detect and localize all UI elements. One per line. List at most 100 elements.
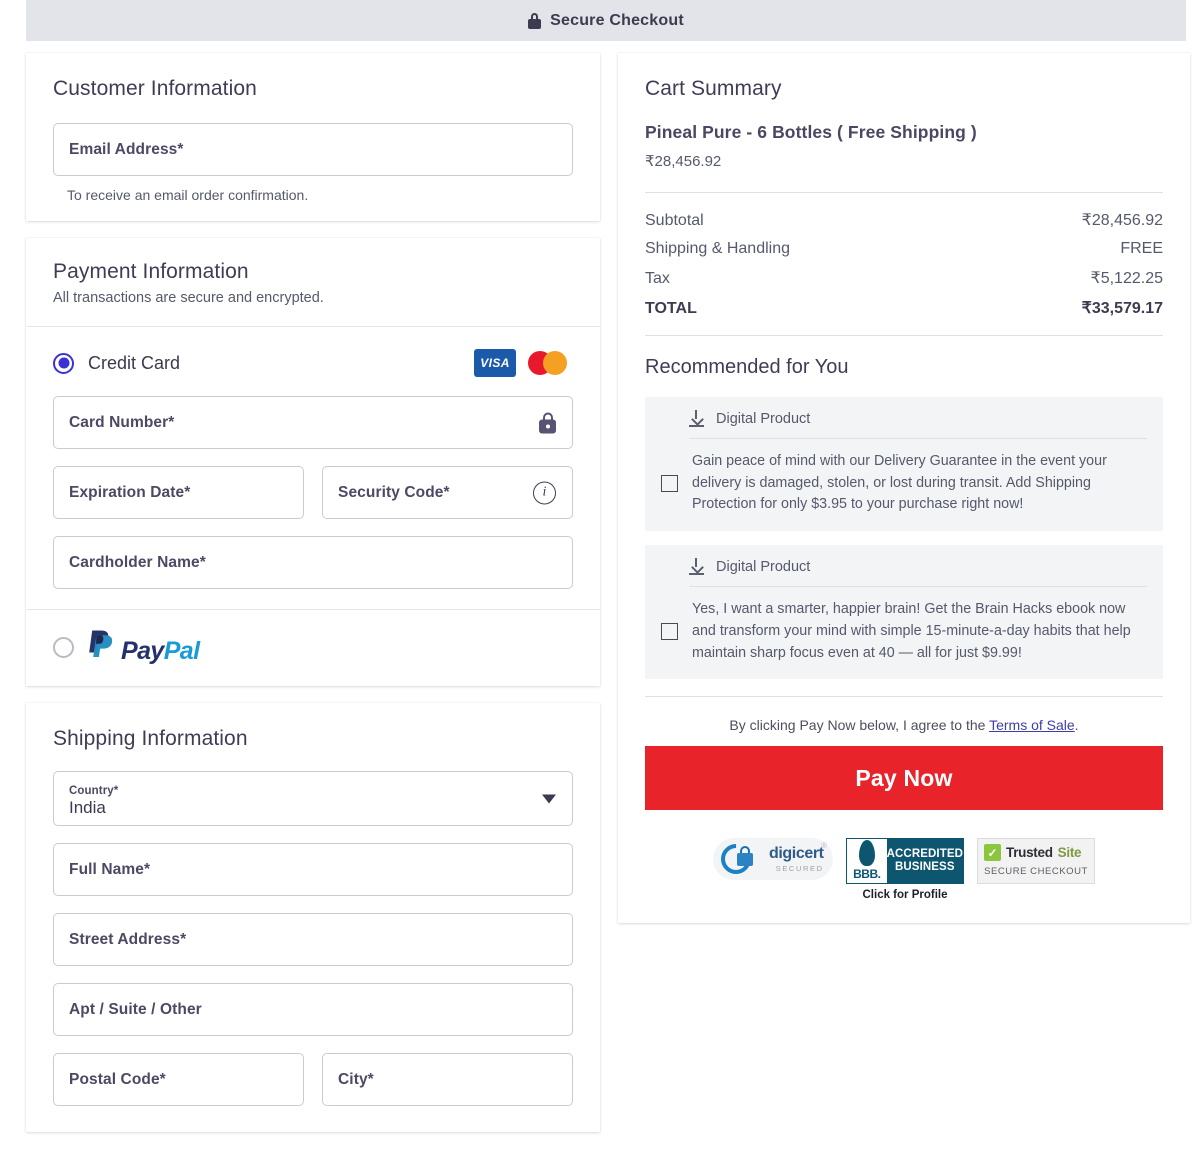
- shipping-information-title: Shipping Information: [53, 727, 248, 750]
- recommended-item-1[interactable]: Digital Product Gain peace of mind with …: [645, 397, 1163, 532]
- security-code-field[interactable]: Security Code* i: [322, 466, 573, 519]
- paypal-mark-icon: [88, 629, 114, 659]
- recommended-item-1-body: Gain peace of mind with our Delivery Gua…: [661, 439, 1147, 516]
- payment-information-card: Payment Information All transactions are…: [26, 238, 600, 686]
- country-label: Country*: [69, 785, 119, 797]
- tax-label: Tax: [645, 270, 670, 287]
- method-paypal[interactable]: PayPal: [53, 629, 573, 666]
- payment-information-title: Payment Information: [53, 260, 249, 283]
- bbb-torch-icon: [858, 840, 875, 867]
- street-address-field[interactable]: Street Address*: [53, 913, 573, 966]
- recommended-item-2-body: Yes, I want a smarter, happier brain! Ge…: [661, 587, 1147, 664]
- paypal-logo: PayPal: [88, 629, 200, 666]
- apt-suite-field[interactable]: Apt / Suite / Other: [53, 983, 573, 1036]
- postal-code-field[interactable]: Postal Code*: [53, 1053, 304, 1106]
- recommended-item-2-checkbox[interactable]: [661, 623, 678, 641]
- bbb-badge[interactable]: BBB. ACCREDITED BUSINESS Click for Profi…: [846, 838, 964, 901]
- recommended-item-1-checkbox[interactable]: [661, 475, 678, 493]
- street-address-placeholder: Street Address*: [69, 930, 187, 948]
- recommended-item-2[interactable]: Digital Product Yes, I want a smarter, h…: [645, 545, 1163, 680]
- security-code-placeholder: Security Code*: [338, 483, 450, 501]
- checkout-page: Secure Checkout Customer Information Ema…: [0, 0, 1200, 1162]
- postal-city-row: Postal Code* City*: [53, 1053, 573, 1106]
- trustedsite-badge[interactable]: Trusted Site SECURE CHECKOUT: [977, 838, 1095, 885]
- postal-code-placeholder: Postal Code*: [69, 1070, 166, 1088]
- digicert-badge[interactable]: digicert SECURED ®: [713, 838, 833, 881]
- terms-prefix: By clicking Pay Now below, I agree to th…: [729, 717, 990, 734]
- city-placeholder: City*: [338, 1070, 374, 1088]
- bbb-line-1: ACCREDITED: [886, 848, 963, 861]
- full-name-field[interactable]: Full Name*: [53, 843, 573, 896]
- digicert-name: digicert: [769, 845, 824, 863]
- terms-of-sale-link[interactable]: Terms of Sale: [989, 717, 1075, 733]
- visa-logo: VISA: [474, 349, 516, 377]
- email-placeholder: Email Address*: [69, 140, 184, 158]
- bbb-badge-box: BBB. ACCREDITED BUSINESS: [846, 838, 964, 885]
- card-brand-logos: VISA: [474, 349, 573, 377]
- total-value: ₹33,579.17: [1081, 300, 1163, 317]
- paypal-section: PayPal: [26, 610, 600, 686]
- country-value: India: [69, 798, 106, 817]
- paypal-word-pay: PayPal: [121, 637, 200, 665]
- terms-suffix: .: [1074, 717, 1079, 734]
- right-column: Cart Summary Pineal Pure - 6 Bottles ( F…: [618, 53, 1190, 940]
- shipping-information-card: Shipping Information Country* India Full…: [26, 703, 600, 1132]
- expiration-date-field[interactable]: Expiration Date*: [53, 466, 304, 519]
- product-name: Pineal Pure - 6 Bottles ( Free Shipping …: [645, 122, 977, 142]
- bbb-click-for-profile[interactable]: Click for Profile: [846, 889, 964, 901]
- card-number-field[interactable]: Card Number*: [53, 396, 573, 449]
- recommended-item-2-description: Yes, I want a smarter, happier brain! Ge…: [692, 601, 1131, 661]
- recommended-item-1-header: Digital Product: [689, 410, 1147, 439]
- trust-badges: digicert SECURED ® BBB. ACCREDITED BUSIN…: [645, 838, 1163, 901]
- apt-suite-placeholder: Apt / Suite / Other: [69, 1000, 202, 1018]
- pay-now-button[interactable]: Pay Now: [645, 746, 1163, 811]
- paypal-radio[interactable]: [53, 637, 74, 658]
- customer-information-card: Customer Information Email Address* To r…: [26, 53, 600, 221]
- payment-subtitle: All transactions are secure and encrypte…: [53, 290, 324, 306]
- bbb-accredited-text: ACCREDITED BUSINESS: [886, 839, 963, 884]
- credit-card-label: Credit Card: [88, 352, 181, 373]
- subtotal-value: ₹28,456.92: [1081, 212, 1163, 229]
- paypal-word-pal: Pal: [163, 637, 200, 665]
- cart-summary-title: Cart Summary: [645, 77, 782, 100]
- bbb-line-2: BUSINESS: [895, 861, 955, 874]
- trustedsite-top: Trusted Site: [984, 844, 1088, 862]
- trustedsite-name-2: Site: [1057, 845, 1082, 861]
- total-label: TOTAL: [645, 300, 697, 317]
- email-field[interactable]: Email Address*: [53, 123, 573, 176]
- lock-icon-card-number: [539, 412, 556, 433]
- credit-card-radio[interactable]: [53, 352, 74, 374]
- trustedsite-name-1: Trusted: [1006, 845, 1053, 861]
- chevron-down-icon[interactable]: [542, 794, 556, 803]
- full-name-placeholder: Full Name*: [69, 860, 151, 878]
- recommended-title: Recommended for You: [645, 356, 849, 378]
- shipping-label: Shipping & Handling: [645, 240, 790, 257]
- country-select[interactable]: Country* India: [53, 771, 573, 826]
- summary-line-tax: Tax ₹5,122.25: [645, 268, 1163, 288]
- lock-icon: [528, 12, 542, 29]
- cart-summary-card: Cart Summary Pineal Pure - 6 Bottles ( F…: [618, 53, 1190, 924]
- recommended-item-2-header: Digital Product: [689, 558, 1147, 588]
- cardholder-name-placeholder: Cardholder Name*: [69, 553, 206, 571]
- summary-line-subtotal: Subtotal ₹28,456.92: [645, 210, 1163, 230]
- check-icon: [984, 844, 1001, 862]
- card-expiry-cvv-row: Expiration Date* Security Code* i: [53, 466, 573, 519]
- divider: [645, 192, 1163, 193]
- cardholder-name-field[interactable]: Cardholder Name*: [53, 536, 573, 589]
- divider-3: [645, 696, 1163, 698]
- subtotal-label: Subtotal: [645, 212, 704, 229]
- tax-value: ₹5,122.25: [1090, 270, 1163, 287]
- bbb-name: BBB.: [853, 867, 881, 882]
- secure-checkout-header: Secure Checkout: [26, 0, 1186, 41]
- email-help-text: To receive an email order confirmation.: [67, 187, 309, 203]
- download-icon: [689, 558, 704, 576]
- city-field[interactable]: City*: [322, 1053, 573, 1106]
- digicert-lock-icon: [737, 846, 753, 867]
- shipping-value: FREE: [1120, 240, 1163, 257]
- summary-line-total: TOTAL ₹33,579.17: [645, 298, 1163, 318]
- info-icon[interactable]: i: [533, 481, 556, 504]
- method-credit-card[interactable]: Credit Card VISA: [53, 349, 573, 377]
- recommended-item-1-tag: Digital Product: [716, 410, 811, 427]
- customer-information-title: Customer Information: [53, 77, 257, 100]
- download-icon: [689, 410, 704, 427]
